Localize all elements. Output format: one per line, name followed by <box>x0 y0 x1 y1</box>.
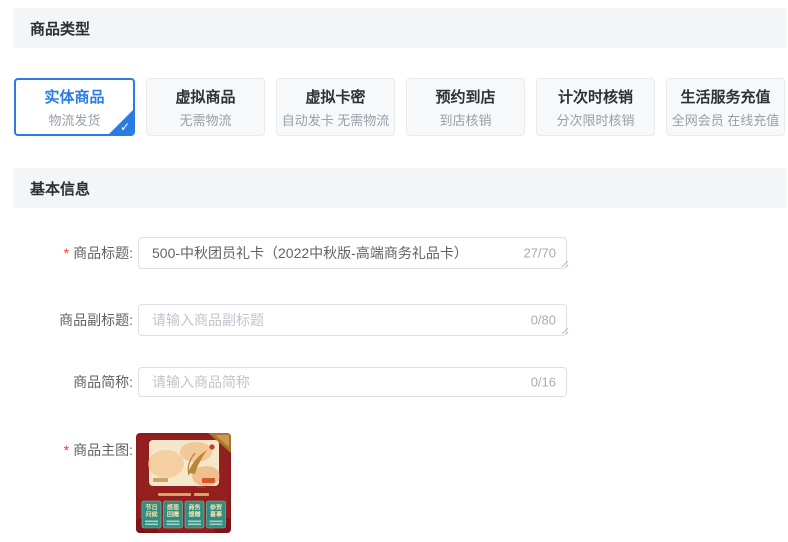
card-title: 预约到店 <box>435 86 495 107</box>
required-asterisk: * <box>64 442 69 458</box>
svg-text:感恩: 感恩 <box>167 504 180 512</box>
badge-4: 恭贺 喜事 <box>207 501 226 528</box>
gift-card-image: 节日 问候 感恩 回赠 商务 馈赠 恭贺 <box>136 433 231 533</box>
svg-text:喜事: 喜事 <box>210 511 223 519</box>
product-subtitle-field: 0/80 <box>138 304 567 336</box>
product-type-card-list: 实体商品 物流发货 ✓ 虚拟商品 无需物流 虚拟卡密 自动发卡 无需物流 预约到… <box>14 78 785 136</box>
section-header-basic-info: 基本信息 <box>13 168 787 208</box>
check-icon: ✓ <box>120 121 130 133</box>
product-main-image-thumbnail[interactable]: 节日 问候 感恩 回赠 商务 馈赠 恭贺 <box>136 433 231 533</box>
card-title: 实体商品 <box>44 86 104 107</box>
badge-1: 节日 问候 <box>142 501 161 528</box>
svg-text:节日: 节日 <box>145 504 157 512</box>
resize-grip-icon[interactable] <box>559 258 569 268</box>
svg-text:问候: 问候 <box>145 511 158 519</box>
card-title: 计次时核销 <box>558 86 633 107</box>
card-title: 虚拟商品 <box>175 86 235 107</box>
product-edit-page: 商品类型 实体商品 物流发货 ✓ 虚拟商品 无需物流 虚拟卡密 自动发卡 无需物… <box>0 0 788 542</box>
section-title-product-type: 商品类型 <box>30 18 90 39</box>
product-type-card-card-key[interactable]: 虚拟卡密 自动发卡 无需物流 <box>276 78 395 136</box>
section-title-basic-info: 基本信息 <box>30 178 90 199</box>
product-short-name-input[interactable] <box>139 368 566 396</box>
badge-2: 感恩 回赠 <box>164 501 183 528</box>
badge-3: 商务 馈赠 <box>185 501 204 528</box>
product-type-card-physical[interactable]: 实体商品 物流发货 ✓ <box>14 78 135 136</box>
product-title-field: 27/70 <box>138 237 567 269</box>
card-subtitle: 到店核销 <box>439 110 491 129</box>
product-type-card-life-service[interactable]: 生活服务充值 全网会员 在线充值 <box>666 78 785 136</box>
product-short-name-field: 0/16 <box>138 367 567 397</box>
card-subtitle: 全网会员 在线充值 <box>672 110 780 129</box>
label-product-subtitle: 商品副标题: <box>0 304 133 336</box>
label-product-main-image: *商品主图: <box>0 440 133 460</box>
card-subtitle: 无需物流 <box>179 110 231 129</box>
card-title: 虚拟卡密 <box>305 86 365 107</box>
resize-grip-icon[interactable] <box>559 325 569 335</box>
product-type-card-reservation[interactable]: 预约到店 到店核销 <box>406 78 525 136</box>
svg-text:商务: 商务 <box>188 504 201 512</box>
card-subtitle: 自动发卡 无需物流 <box>282 110 390 129</box>
label-product-short-name: 商品简称: <box>0 367 133 397</box>
section-header-product-type: 商品类型 <box>13 8 787 48</box>
required-asterisk: * <box>64 245 69 261</box>
product-subtitle-input[interactable] <box>139 305 566 335</box>
svg-text:馈赠: 馈赠 <box>188 511 200 519</box>
label-product-title: *商品标题: <box>0 237 133 269</box>
card-subtitle: 物流发货 <box>48 110 100 129</box>
product-type-card-virtual[interactable]: 虚拟商品 无需物流 <box>146 78 265 136</box>
card-subtitle: 分次限时核销 <box>556 110 634 129</box>
product-type-card-count-verify[interactable]: 计次时核销 分次限时核销 <box>536 78 655 136</box>
card-title: 生活服务充值 <box>680 86 770 107</box>
product-title-input[interactable] <box>139 238 566 268</box>
svg-text:恭贺: 恭贺 <box>209 504 222 512</box>
svg-text:回赠: 回赠 <box>167 511 179 519</box>
